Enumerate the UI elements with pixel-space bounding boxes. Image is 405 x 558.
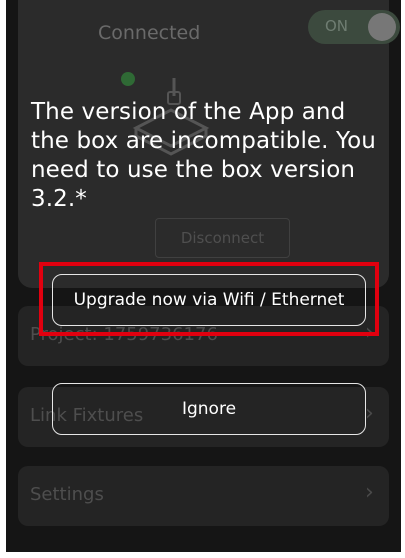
toggle-label: ON [325, 17, 349, 35]
chevron-right-icon: › [365, 480, 374, 505]
incompatibility-message: The version of the App and the box are i… [31, 99, 376, 212]
toggle-knob [368, 13, 396, 41]
chevron-right-icon: › [365, 401, 374, 426]
chevron-right-icon: › [365, 320, 374, 345]
disconnect-button[interactable]: Disconnect [155, 218, 290, 258]
app-screen: Connected ON Disconnect Project: 1759736… [6, 0, 401, 552]
settings-label: Settings [30, 484, 104, 505]
project-label: Project: 1759736176 [30, 324, 218, 345]
power-toggle[interactable]: ON [308, 10, 400, 44]
connection-status: Connected [98, 22, 201, 44]
settings-row[interactable]: Settings › [18, 466, 389, 526]
upgrade-button[interactable]: Upgrade now via Wifi / Ethernet [52, 274, 366, 326]
ignore-button[interactable]: Ignore [52, 383, 366, 435]
